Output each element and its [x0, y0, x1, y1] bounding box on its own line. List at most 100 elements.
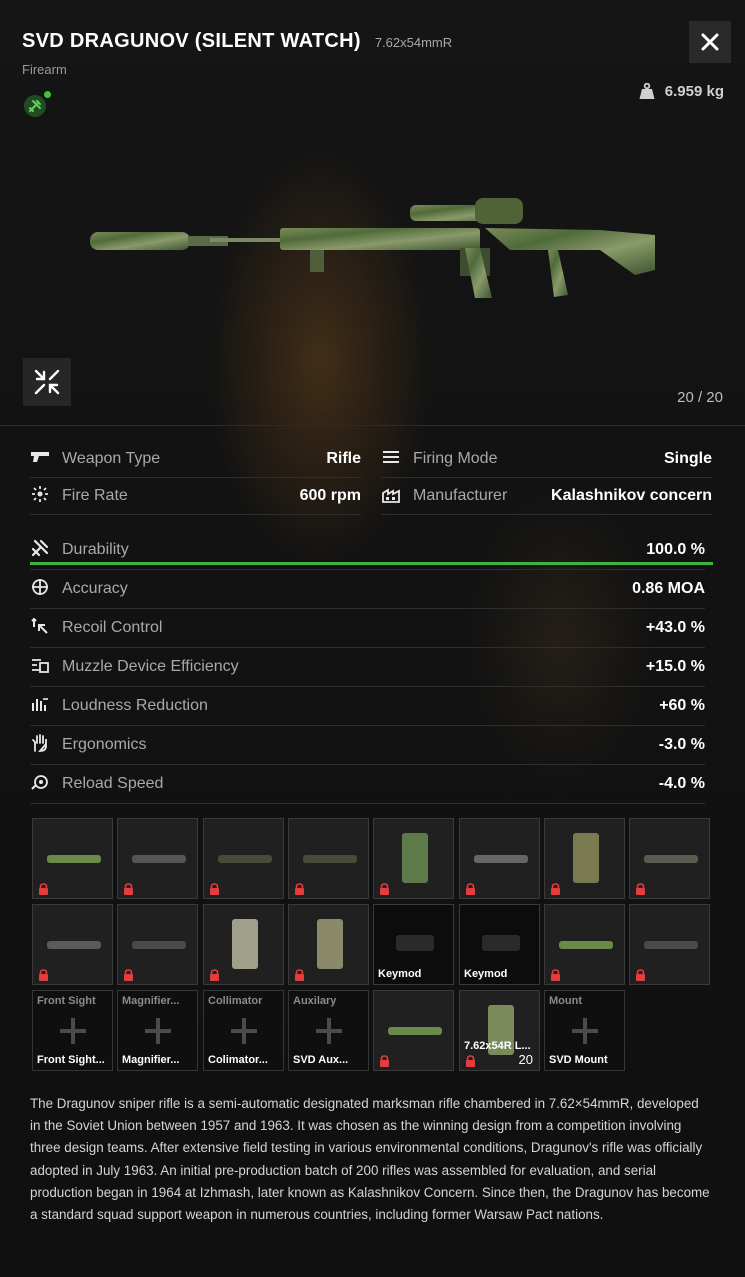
item-caliber: 7.62x54mmR [374, 35, 453, 50]
slot-item-name: Front Sight... [37, 1054, 105, 1066]
attachment-slot[interactable] [544, 904, 625, 985]
recoil-icon [30, 617, 50, 639]
slot-item-name: Keymod [464, 968, 508, 980]
attachment-slot[interactable]: Keymod [373, 904, 454, 985]
lock-icon [465, 1055, 476, 1067]
lock-icon [209, 883, 220, 895]
item-weight: 6.959 kg [639, 83, 724, 100]
pistol-grip-icon [402, 833, 428, 883]
slot-placeholder-icon [396, 935, 434, 951]
grip-block-icon [232, 919, 258, 969]
attachment-slot[interactable] [544, 818, 625, 899]
rifle-icon [644, 855, 698, 863]
stat-reload-speed: Reload Speed -4.0 % [30, 765, 705, 804]
mount-icon [132, 855, 186, 863]
lock-icon [294, 883, 305, 895]
attachment-slot[interactable]: Keymod [459, 904, 540, 985]
barrel-icon [474, 855, 528, 863]
collapse-icon [34, 369, 60, 395]
attachment-slot[interactable] [288, 818, 369, 899]
lock-icon [379, 883, 390, 895]
lock-icon [379, 1055, 390, 1067]
attachment-slot[interactable] [288, 904, 369, 985]
weight-value: 6.959 kg [664, 83, 724, 100]
lock-icon [635, 969, 646, 981]
stat-ergonomics: Ergonomics -3.0 % [30, 726, 705, 765]
pistol-icon [30, 450, 50, 468]
suppressor-icon [559, 941, 613, 949]
slot-item-name: 7.62x54R L... [464, 1040, 531, 1052]
lock-icon [38, 883, 49, 895]
slot-placeholder-icon [571, 1017, 598, 1044]
attachment-slot-empty[interactable]: Mount SVD Mount [544, 990, 625, 1071]
slot-label: Collimator [208, 995, 263, 1007]
slot-label: Mount [549, 995, 582, 1007]
handguard-icon [47, 855, 101, 863]
slot-item-name: Magnifier... [122, 1054, 180, 1066]
attachment-slot[interactable] [373, 818, 454, 899]
scope-ring-icon [573, 833, 599, 883]
attachment-slot-empty[interactable]: Auxilary SVD Aux... [288, 990, 369, 1071]
attachment-slot[interactable] [373, 990, 454, 1071]
durability-fill [30, 562, 713, 565]
attachment-slot[interactable]: 7.62x54R L... 20 [459, 990, 540, 1071]
factory-icon [381, 485, 401, 507]
lock-icon [635, 883, 646, 895]
slot-placeholder-icon [230, 1017, 257, 1044]
weight-icon [639, 83, 655, 99]
firing-mode-icon [381, 450, 401, 468]
collapse-button[interactable] [23, 358, 71, 406]
divider [0, 425, 745, 426]
close-button[interactable] [689, 21, 731, 63]
attachment-slot[interactable] [629, 818, 710, 899]
slot-label: Magnifier... [122, 995, 180, 1007]
stat-muzzle-efficiency: Muzzle Device Efficiency +15.0 % [30, 648, 705, 687]
attachment-slot[interactable] [117, 818, 198, 899]
lock-icon [294, 969, 305, 981]
close-icon [701, 33, 719, 51]
spec-manufacturer: Manufacturer Kalashnikov concern [381, 478, 712, 515]
spec-firing-mode: Firing Mode Single [381, 441, 712, 478]
stat-accuracy: Accuracy 0.86 MOA [30, 570, 705, 609]
lock-icon [209, 969, 220, 981]
stock-icon [218, 855, 272, 863]
vertical-grip-icon [317, 919, 343, 969]
attachment-slot[interactable] [32, 904, 113, 985]
attachment-slot[interactable] [459, 818, 540, 899]
lock-icon [550, 969, 561, 981]
slot-placeholder-icon [144, 1017, 171, 1044]
attachment-slot-empty[interactable]: Collimator Colimator... [203, 990, 284, 1071]
attachment-slot[interactable] [629, 904, 710, 985]
fire-rate-icon [30, 485, 50, 507]
durability-bar [30, 562, 713, 565]
slot-label: Front Sight [37, 995, 96, 1007]
scope-icon [644, 941, 698, 949]
lock-icon [38, 969, 49, 981]
spec-weapon-type: Weapon Type Rifle [30, 441, 361, 478]
attachment-slot[interactable] [203, 818, 284, 899]
item-category: Firearm [22, 62, 67, 77]
attachment-slot-empty[interactable]: Magnifier... Magnifier... [117, 990, 198, 1071]
scope-icon [132, 941, 186, 949]
tactical-device-icon [47, 941, 101, 949]
slot-placeholder-icon [59, 1017, 86, 1044]
slot-count: 20 [518, 1052, 533, 1067]
repair-tools-icon[interactable] [24, 95, 46, 117]
slot-item-name: SVD Mount [549, 1054, 608, 1066]
stock-icon [303, 855, 357, 863]
attachment-slot[interactable] [117, 904, 198, 985]
slot-item-name: Colimator... [208, 1054, 268, 1066]
lock-icon [123, 883, 134, 895]
attachment-slot[interactable] [32, 818, 113, 899]
hand-icon [30, 734, 50, 756]
weapon-image [90, 198, 655, 298]
muzzle-icon [30, 656, 50, 678]
slot-placeholder-icon [315, 1017, 342, 1044]
stat-loudness-reduction: Loudness Reduction +60 % [30, 687, 705, 726]
suppressor-icon [388, 1027, 442, 1035]
crosshair-icon [30, 578, 50, 600]
item-description: The Dragunov sniper rifle is a semi-auto… [30, 1096, 710, 1223]
attachment-slot-empty[interactable]: Front Sight Front Sight... [32, 990, 113, 1071]
status-dot [44, 91, 51, 98]
attachment-slot[interactable] [203, 904, 284, 985]
